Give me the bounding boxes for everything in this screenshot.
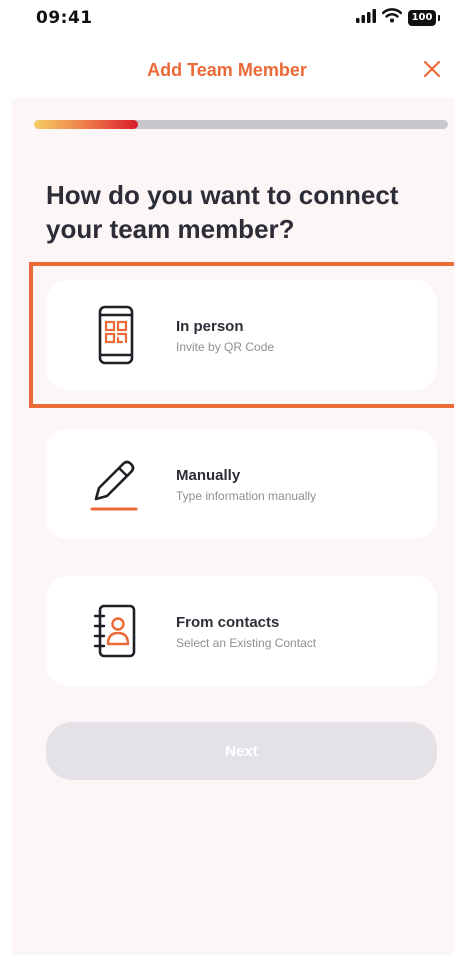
signal-icon (356, 8, 376, 27)
next-button[interactable]: Next (46, 722, 437, 780)
option-title: From contacts (176, 614, 280, 631)
qr-phone-icon (86, 304, 146, 366)
main-content: How do you want to connect your team mem… (12, 98, 454, 955)
close-button[interactable] (420, 57, 444, 81)
status-time: 09:41 (36, 8, 93, 28)
option-title: In person (176, 318, 244, 335)
option-in-person[interactable]: In person Invite by QR Code (46, 280, 437, 390)
option-from-contacts[interactable]: From contacts Select an Existing Contact (46, 576, 437, 686)
pencil-icon (86, 453, 146, 515)
option-manually[interactable]: Manually Type information manually (46, 429, 437, 539)
status-icons: 100 (356, 8, 440, 27)
status-bar: 09:41 100 (0, 0, 454, 42)
contact-book-icon (86, 600, 146, 662)
option-subtitle: Type information manually (176, 489, 317, 503)
wifi-icon (381, 8, 403, 27)
question-heading: How do you want to connect your team mem… (46, 180, 399, 244)
option-title: Manually (176, 467, 241, 484)
option-subtitle: Select an Existing Contact (176, 636, 317, 650)
progress-bar (34, 120, 448, 129)
option-subtitle: Invite by QR Code (176, 340, 275, 354)
page-title: Add Team Member (147, 60, 307, 80)
battery-icon: 100 (408, 9, 440, 26)
progress-fill (34, 120, 138, 129)
header: Add Team Member (0, 42, 454, 100)
close-icon (423, 60, 441, 78)
